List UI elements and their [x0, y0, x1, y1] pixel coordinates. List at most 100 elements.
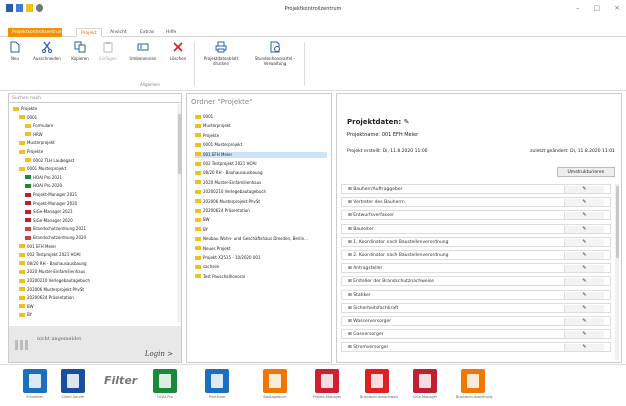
edit-pencil-icon[interactable]: ✎ [564, 212, 604, 220]
paste-button[interactable]: Einfügen [96, 41, 120, 61]
edit-pencil-icon[interactable]: ✎ [564, 344, 604, 352]
tree-item[interactable]: BY [19, 312, 32, 318]
app-launcher-8[interactable]: Brandschutzordnung [456, 369, 492, 399]
contact-row[interactable]: ⊞ Vertreter des Bauherrn ✎ [341, 197, 611, 208]
maximize-icon[interactable]: □ [594, 4, 601, 12]
tree-item[interactable]: 0001 [19, 115, 37, 121]
search-input[interactable]: Suchen nach [9, 94, 181, 103]
folder-list-item[interactable]: Musterprojekt [195, 123, 327, 129]
folder-list-item[interactable]: 20200624 Präsentation [195, 208, 327, 214]
expand-icon[interactable]: ⊞ [348, 293, 352, 298]
login-button[interactable]: Login > [145, 350, 173, 358]
contact-row[interactable]: ⊞ 1. Koordinator nach Baustellenverordnu… [341, 236, 611, 247]
folder-list-item[interactable]: BY [195, 227, 327, 233]
folder-list-item[interactable]: Projekt X2515 - 10/2020 001 [195, 255, 327, 261]
expand-icon[interactable]: ⊞ [348, 266, 352, 271]
tree-item[interactable]: Projekt-Manager 2020 [25, 201, 77, 207]
folder-list-item[interactable]: Test Pauschalhonorar [195, 274, 327, 280]
close-icon[interactable]: × [614, 4, 620, 12]
tree-item[interactable]: Projekt-Manager 2021 [25, 192, 77, 198]
tree-item[interactable]: 002 Testprojekt 2021 HOAI [19, 252, 81, 258]
folder-list-item[interactable]: 08/20 RH - Bauhausausbaung [195, 170, 327, 176]
folder-list-item[interactable]: Neubau Wohn- und Geschäftshaus Dresden, … [195, 236, 327, 242]
tab-projektkontrollzentrum[interactable]: Projektkontrollzentrum [8, 28, 63, 37]
edit-pencil-icon[interactable]: ✎ [564, 186, 604, 193]
folder-list-item[interactable]: 002 Testprojekt 2021 HOAI [195, 161, 327, 167]
copy-button[interactable]: Kopieren [68, 41, 92, 61]
expand-icon[interactable]: ⊞ [348, 253, 352, 258]
tree-item[interactable]: Brandschutzordnung 2020 [25, 235, 86, 241]
edit-pencil-icon[interactable]: ✎ [564, 304, 604, 312]
edit-pencil-icon[interactable]: ✎ [564, 238, 604, 246]
expand-icon[interactable]: ⊞ [348, 345, 352, 350]
edit-pencil-icon[interactable]: ✎ [564, 225, 604, 233]
expand-icon[interactable]: ⊞ [348, 306, 352, 311]
app-launcher-6[interactable]: Brandschutznachweis [360, 369, 398, 399]
contact-row[interactable]: ⊞ Statiker ✎ [341, 289, 611, 300]
tree-item[interactable]: 08/20 RH - Bauhausausbaung [19, 261, 87, 267]
contact-row[interactable]: ⊞ Entwurfsverfasser ✎ [341, 210, 611, 221]
expand-icon[interactable]: ⊞ [348, 332, 352, 337]
app-launcher-1[interactable]: Client-Server [56, 369, 90, 399]
expand-icon[interactable]: ⊞ [348, 200, 352, 205]
restructure-button[interactable]: Umstrukturieren [557, 167, 615, 177]
contact-row[interactable]: ⊞ Sicherheitsfachkraft ✎ [341, 302, 611, 313]
tree-item[interactable]: BW [19, 304, 34, 310]
tree-item[interactable]: 0002 TLH Laubegast [25, 158, 74, 164]
folder-list-item[interactable]: 202006 Musterprojekt PhvSt [195, 199, 327, 205]
tree-item[interactable]: Formulare [25, 123, 53, 129]
app-launcher-3[interactable]: PrintForm [200, 369, 234, 399]
tree-item[interactable]: 2020 Muster-Einfamilienhaus [19, 269, 85, 275]
expand-icon[interactable]: ⊞ [348, 279, 352, 284]
tab-extras[interactable]: Extras [136, 28, 158, 37]
folder-list-item[interactable]: 2020 Muster-Einfamilienhaus [195, 180, 327, 186]
tree-item[interactable]: 0001 Musterprojekt [19, 166, 66, 172]
tree-item[interactable]: 20200210 Verlegebautagebuch [19, 278, 90, 284]
minimize-icon[interactable]: – [576, 4, 580, 12]
contact-row[interactable]: ⊞ Bauleiter ✎ [341, 223, 611, 234]
edit-pencil-icon[interactable]: ✎ [564, 291, 604, 299]
tree-item[interactable]: 202006 Musterprojekt PhvSt [19, 287, 84, 293]
folder-list-item[interactable]: sachsen [195, 264, 327, 270]
expand-icon[interactable]: ⊞ [348, 227, 352, 232]
app-launcher-2[interactable]: HOAI-Pro [148, 369, 182, 399]
pencil-icon[interactable]: ✎ [404, 118, 410, 126]
edit-pencil-icon[interactable]: ✎ [564, 278, 604, 286]
tree-item[interactable]: SiGe-Manager 2021 [25, 209, 73, 215]
folder-list-item[interactable]: BW [195, 217, 327, 223]
new-button[interactable]: Neu [4, 41, 26, 61]
edit-pencil-icon[interactable]: ✎ [564, 331, 604, 339]
tree-item[interactable]: HRW [25, 132, 43, 138]
tree-item[interactable]: HOAI Pro 2021 [25, 175, 62, 181]
filter-label[interactable]: Filter [104, 374, 137, 387]
hourly-fee-button[interactable]: Stundenhonorartel - Verwaltung [252, 41, 298, 66]
folder-list-item[interactable]: Neues Projekt [195, 246, 327, 252]
rename-button[interactable]: Umbenennen [126, 41, 160, 61]
contact-row[interactable]: ⊞ Wasserversorger ✎ [341, 316, 611, 326]
tab-projekt[interactable]: Projekt [76, 28, 102, 37]
cut-button[interactable]: Ausschneiden [30, 41, 64, 61]
tree-item[interactable]: SiGe-Manager 2020 [25, 218, 73, 224]
tree-item[interactable]: Projekte [19, 149, 43, 155]
expand-icon[interactable]: ⊞ [348, 319, 352, 324]
folder-list-item[interactable]: 0001 [195, 114, 327, 120]
tree-scrollbar[interactable] [177, 104, 181, 322]
details-scrollbar[interactable] [615, 184, 619, 360]
folder-list-item[interactable]: 20200210 Verlegebautagebuch [195, 189, 327, 195]
delete-button[interactable]: Löschen [166, 41, 190, 61]
edit-pencil-icon[interactable]: ✎ [564, 252, 604, 259]
contact-row[interactable]: ⊞ 2. Koordinator nach Baustellenverordnu… [341, 250, 611, 260]
tree-item[interactable]: Musterprojekt [19, 140, 55, 146]
expand-icon[interactable]: ⊞ [348, 187, 352, 192]
app-launcher-0[interactable]: Einstellen [18, 369, 52, 399]
print-datasheet-button[interactable]: Projektdatenblatt drucken [198, 41, 244, 66]
tree-item[interactable]: 20200624 Präsentation [19, 295, 74, 301]
contact-row[interactable]: ⊞ Ersteller der Brandschutznachweise ✎ [341, 276, 611, 287]
tree-item[interactable]: 001 EFH Meier [19, 244, 56, 250]
contact-row[interactable]: ⊞ Bauherr/Auftraggeber ✎ [341, 184, 611, 194]
edit-pencil-icon[interactable]: ✎ [564, 318, 604, 325]
tab-ansicht[interactable]: Ansicht [106, 28, 131, 37]
tree-item[interactable]: Brandschutzordnung 2021 [25, 226, 86, 232]
folder-list-item[interactable]: 001 EFH Meier [195, 151, 327, 158]
tree-item[interactable]: HOAI Pro 2020 [25, 183, 62, 189]
